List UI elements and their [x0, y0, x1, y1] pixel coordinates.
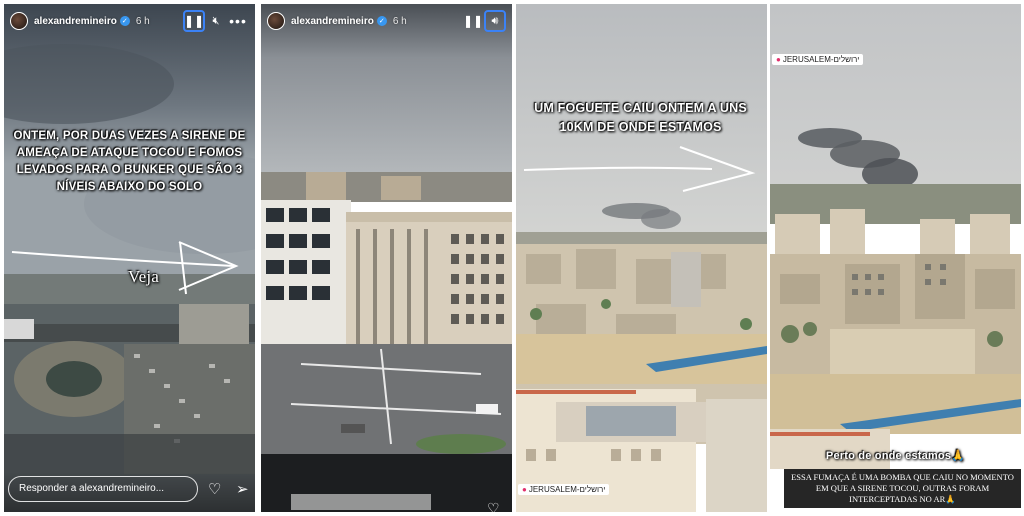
more-icon[interactable]: ••• [227, 10, 249, 32]
post-time: 6 h [392, 15, 407, 27]
location-sticker[interactable]: ● JERUSALEM-ירושלים [518, 484, 610, 495]
story-panel-4: ● JERUSALEM-ירושלים Perto de onde estamos… [770, 4, 1021, 512]
username[interactable]: alexandremineiro [34, 16, 117, 27]
story-panel-3: Um foguete caiu ontem a uns 10km de onde… [516, 4, 767, 512]
verified-icon: ✓ [376, 16, 387, 26]
story-annotation: Veja [128, 267, 160, 286]
story-panel-1: Veja alexandremineiro ✓ 6 h ❚❚ 🔇︎ ••• On… [4, 4, 255, 512]
scene-cloudy-city [4, 4, 255, 512]
story-caption: Ontem, por duas vezes a sirene de ameaça… [13, 130, 246, 193]
reply-bar: Responder a alexandremineiro... ♡ ➢ [4, 472, 255, 512]
story-caption-top: Perto de onde estamos🙏 [825, 450, 966, 462]
location-text: JERUSALEM-ירושלים [782, 55, 860, 64]
heart-icon[interactable]: ♡ [208, 480, 221, 498]
story-caption: Um foguete caiu ontem a uns 10km de onde… [534, 101, 747, 134]
location-pin-icon: ● [776, 55, 781, 64]
location-sticker[interactable]: ● JERUSALEM-ירושלים [772, 54, 864, 65]
location-pin-icon: ● [522, 485, 527, 494]
scene-smoke-close [770, 4, 1021, 469]
scene-smoke-far [516, 4, 767, 512]
story-panel-2: alexandremineiro ✓ 6 h ❚❚ 🔊︎ ♡ [261, 4, 512, 512]
location-text: JERUSALEM-ירושלים [528, 485, 606, 494]
avatar[interactable] [10, 12, 28, 30]
sound-icon[interactable]: 🔊︎ [484, 10, 506, 32]
mute-icon[interactable]: 🔇︎ [205, 10, 227, 32]
send-icon[interactable]: ➢ [236, 480, 249, 498]
story-caption-bottom: ESSA FUMAÇA É UMA BOMBA QUE CAIU NO MOME… [784, 469, 1021, 508]
heart-icon[interactable]: ♡ [487, 500, 500, 512]
story-header: alexandremineiro ✓ 6 h ❚❚ 🔊︎ [261, 4, 512, 38]
pause-icon[interactable]: ❚❚ [183, 10, 205, 32]
username[interactable]: alexandremineiro [291, 16, 374, 27]
story-header: alexandremineiro ✓ 6 h ❚❚ 🔇︎ ••• [4, 4, 255, 38]
verified-icon: ✓ [119, 16, 130, 26]
pause-icon[interactable]: ❚❚ [462, 10, 484, 32]
avatar[interactable] [267, 12, 285, 30]
reply-input[interactable]: Responder a alexandremineiro... [8, 476, 198, 502]
post-time: 6 h [135, 15, 150, 27]
scene-buildings [261, 4, 512, 512]
